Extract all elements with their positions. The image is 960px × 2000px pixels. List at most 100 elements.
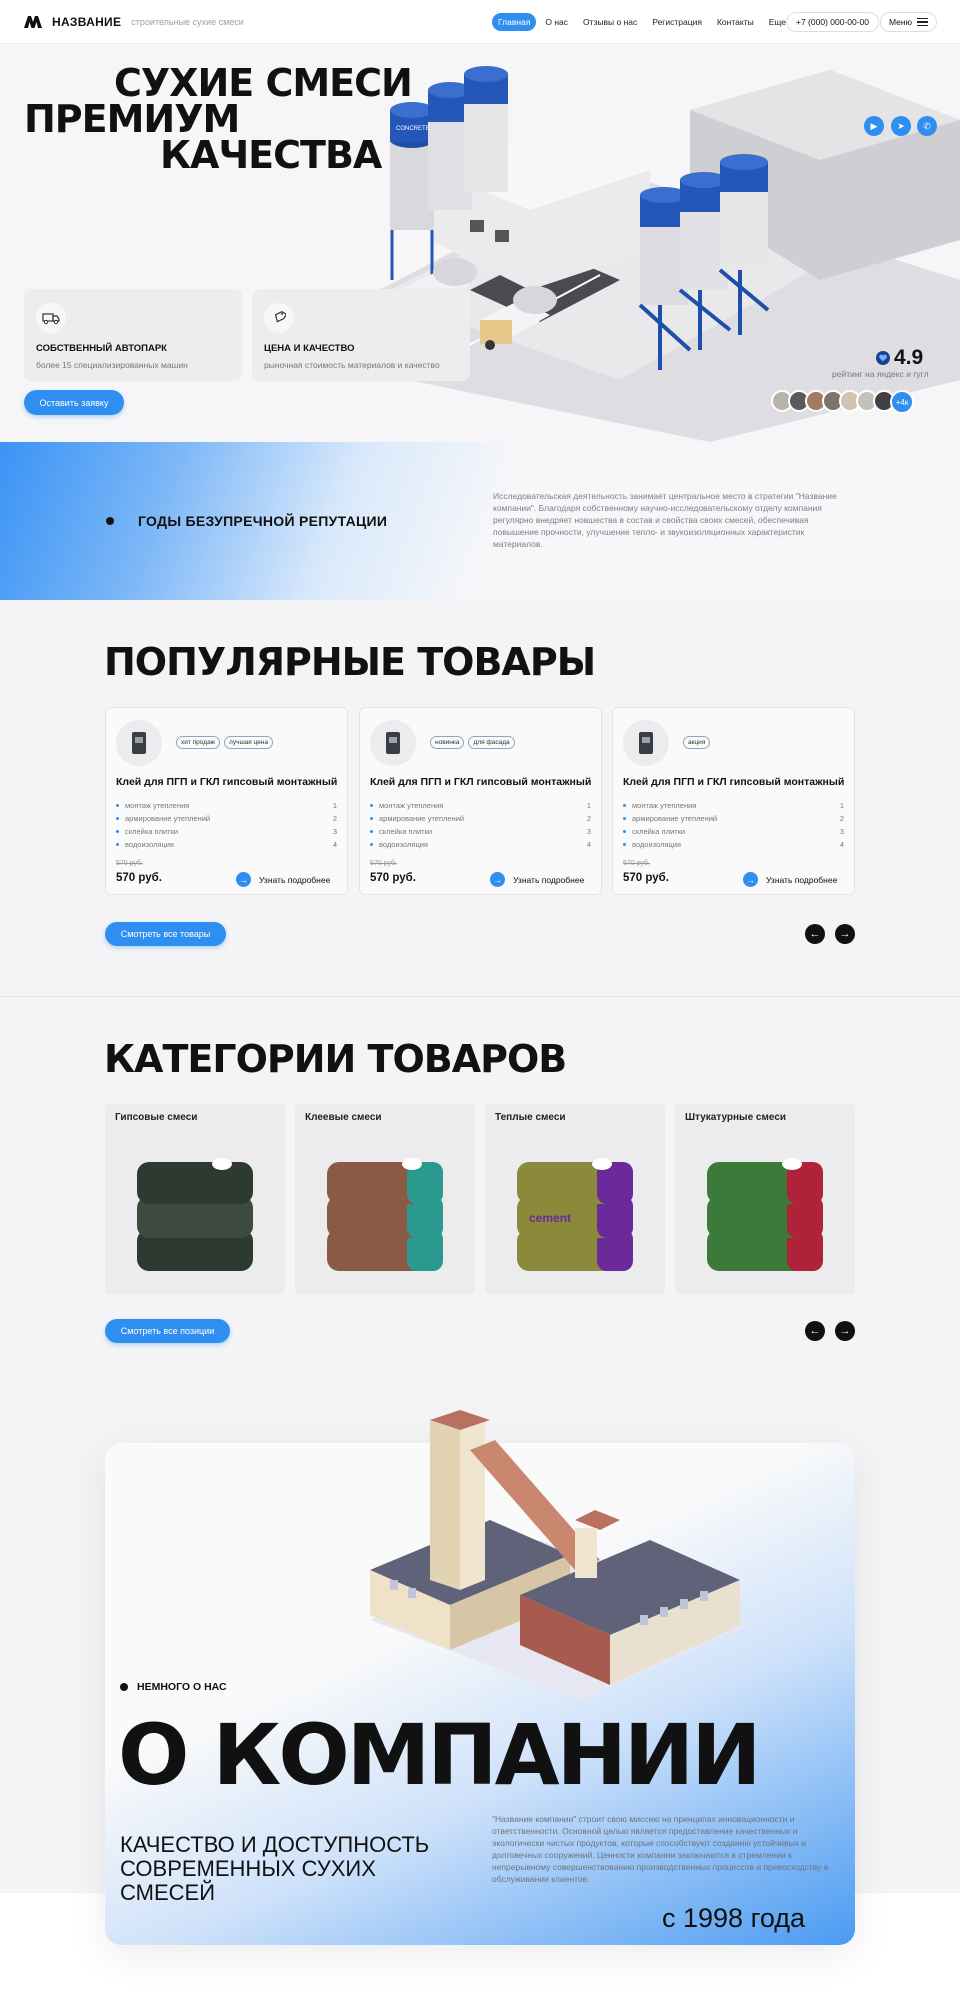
nav-item-contacts[interactable]: Контакты xyxy=(711,13,760,31)
silo-label: CONCRETE xyxy=(396,126,430,132)
tag-icon xyxy=(264,303,294,333)
prev-arrow-icon[interactable]: ← xyxy=(805,924,825,944)
product-feature: монтаж утепления 1 xyxy=(116,799,337,812)
reviewer-avatars[interactable]: +4к xyxy=(771,390,914,414)
about-subtitle: КАЧЕСТВО И ДОСТУПНОСТЬ СОВРЕМЕННЫХ СУХИХ… xyxy=(120,1832,430,1905)
hero-title-line-1: СУХИЕ СМЕСИ xyxy=(114,61,413,105)
feature-card-fleet: СОБСТВЕННЫЙ АВТОПАРК более 15 специализи… xyxy=(24,289,242,381)
view-all-products-button[interactable]: Смотреть все товары xyxy=(105,922,226,946)
reputation-title: ГОДЫ БЕЗУПРЕЧНОЙ РЕПУТАЦИИ xyxy=(138,513,388,529)
feature-card-price: ЦЕНА И КАЧЕСТВО рыночная стоимость матер… xyxy=(252,289,470,381)
product-tag: акция xyxy=(683,736,711,749)
about-title: О КОМПАНИИ xyxy=(118,1706,762,1804)
price: 570 руб. xyxy=(116,872,162,884)
category-label: Гипсовые смеси xyxy=(115,1112,198,1123)
category-card-warm[interactable]: Теплые смеси cement xyxy=(485,1104,665,1294)
product-name[interactable]: Клей для ПГП и ГКЛ гипсовый монтажный xyxy=(623,776,844,788)
nav-item-reviews[interactable]: Отзывы о нас xyxy=(577,13,643,31)
arrow-right-icon: → xyxy=(743,872,758,887)
bullet-dot xyxy=(120,1683,128,1691)
section-divider xyxy=(0,996,960,997)
old-price: 570 руб. xyxy=(623,860,650,867)
learn-more-link[interactable]: → Узнать подробнее xyxy=(490,872,584,887)
product-feature: склейка плитки 3 xyxy=(116,825,337,838)
rating: 4.9 xyxy=(876,346,923,370)
bullet-dot xyxy=(106,517,114,525)
learn-more-link[interactable]: → Узнать подробнее xyxy=(236,872,330,887)
leave-request-button[interactable]: Оставить заявку xyxy=(24,390,124,415)
factory-illustration xyxy=(370,1410,750,1700)
reputation-text: Исследовательская деятельность занимает … xyxy=(493,491,837,549)
feature-title: ЦЕНА И КАЧЕСТВО xyxy=(264,343,355,354)
product-tag: для фасада xyxy=(468,736,515,749)
cement-bags-icon xyxy=(137,1158,253,1271)
nav-item-home[interactable]: Главная xyxy=(492,13,537,31)
since-year: с 1998 года xyxy=(662,1903,806,1933)
old-price: 570 руб. xyxy=(370,860,397,867)
hamburger-icon xyxy=(916,18,928,26)
product-feature: монтаж утепления 1 xyxy=(623,799,844,812)
product-feature: водоизоляция 4 xyxy=(116,838,337,851)
feature-text: рыночная стоимость материалов и качество xyxy=(264,360,440,370)
next-arrow-icon[interactable]: → xyxy=(835,924,855,944)
product-tag: новинка xyxy=(430,736,465,749)
concrete-plant-illustration: CONCRETE xyxy=(360,66,960,442)
product-card[interactable]: акция Клей для ПГП и ГКЛ гипсовый монтаж… xyxy=(612,707,855,895)
cement-bags-icon xyxy=(327,1158,443,1271)
product-bag-icon xyxy=(370,720,416,766)
product-feature: склейка плитки 3 xyxy=(623,825,844,838)
learn-more-link[interactable]: → Узнать подробнее xyxy=(743,872,837,887)
product-feature: водоизоляция 4 xyxy=(370,838,591,851)
nav-item-registration[interactable]: Регистрация xyxy=(646,13,708,31)
product-feature: склейка плитки 3 xyxy=(370,825,591,838)
rating-value: 4.9 xyxy=(894,346,924,369)
category-label: Штукатурные смеси xyxy=(685,1112,787,1123)
categories-section-title: КАТЕГОРИИ ТОВАРОВ xyxy=(104,1037,567,1081)
product-feature: армирование утеплений 2 xyxy=(370,812,591,825)
nav-item-about[interactable]: О нас xyxy=(539,13,574,31)
product-card[interactable]: новинка для фасада Клей для ПГП и ГКЛ ги… xyxy=(359,707,602,895)
cement-bags-icon: cement xyxy=(517,1158,633,1271)
telegram-icon[interactable]: ➤ xyxy=(891,116,911,136)
popular-section-title: ПОПУЛЯРНЫЕ ТОВАРЫ xyxy=(104,640,596,684)
phone-button[interactable]: +7 (000) 000-00-00 xyxy=(786,12,880,32)
truck-icon xyxy=(36,303,66,333)
rating-subtitle: рейтинг на яндекс и гугл xyxy=(832,369,929,379)
prev-arrow-icon[interactable]: ← xyxy=(805,1321,825,1341)
about-text: "Название компании" строит свою миссию н… xyxy=(492,1814,829,1884)
price: 570 руб. xyxy=(623,872,669,884)
menu-label: Меню xyxy=(889,17,912,27)
feature-title: СОБСТВЕННЫЙ АВТОПАРК xyxy=(36,343,167,354)
youtube-icon[interactable]: ▶ xyxy=(864,116,884,136)
whatsapp-icon[interactable]: ✆ xyxy=(917,116,937,136)
logo-icon[interactable] xyxy=(22,11,44,33)
product-tag: хит продаж xyxy=(176,736,221,749)
feature-text: более 15 специализированных машин xyxy=(36,360,188,370)
category-label: Клеевые смеси xyxy=(305,1112,382,1123)
product-bag-icon xyxy=(116,720,162,766)
old-price: 570 руб. xyxy=(116,860,143,867)
avatars-more-badge: +4к xyxy=(890,390,914,414)
hero-title-line-3: КАЧЕСТВА xyxy=(160,133,382,177)
view-all-positions-button[interactable]: Смотреть все позиции xyxy=(105,1319,230,1343)
product-name[interactable]: Клей для ПГП и ГКЛ гипсовый монтажный xyxy=(116,776,337,788)
price: 570 руб. xyxy=(370,872,416,884)
category-label: Теплые смеси xyxy=(495,1112,566,1123)
bag-text: cement xyxy=(529,1211,571,1225)
main-nav: Главная О нас Отзывы о нас Регистрация К… xyxy=(492,13,792,31)
product-feature: армирование утеплений 2 xyxy=(623,812,844,825)
category-card-plaster[interactable]: Штукатурные смеси xyxy=(675,1104,855,1294)
arrow-right-icon: → xyxy=(236,872,251,887)
category-card-gypsum[interactable]: Гипсовые смеси xyxy=(105,1104,285,1294)
logo-name[interactable]: НАЗВАНИЕ xyxy=(52,15,121,29)
menu-button[interactable]: Меню xyxy=(880,12,937,32)
logo-subtitle: строительные сухие смеси xyxy=(131,16,244,27)
product-name[interactable]: Клей для ПГП и ГКЛ гипсовый монтажный xyxy=(370,776,591,788)
cement-bags-icon xyxy=(707,1158,823,1271)
product-tag: лучшая цена xyxy=(224,736,274,749)
page: НАЗВАНИЕ строительные сухие смеси Главна… xyxy=(0,0,960,2000)
next-arrow-icon[interactable]: → xyxy=(835,1321,855,1341)
product-feature: армирование утеплений 2 xyxy=(116,812,337,825)
product-card[interactable]: хит продаж лучшая цена Клей для ПГП и ГК… xyxy=(105,707,348,895)
category-card-adhesive[interactable]: Клеевые смеси xyxy=(295,1104,475,1294)
